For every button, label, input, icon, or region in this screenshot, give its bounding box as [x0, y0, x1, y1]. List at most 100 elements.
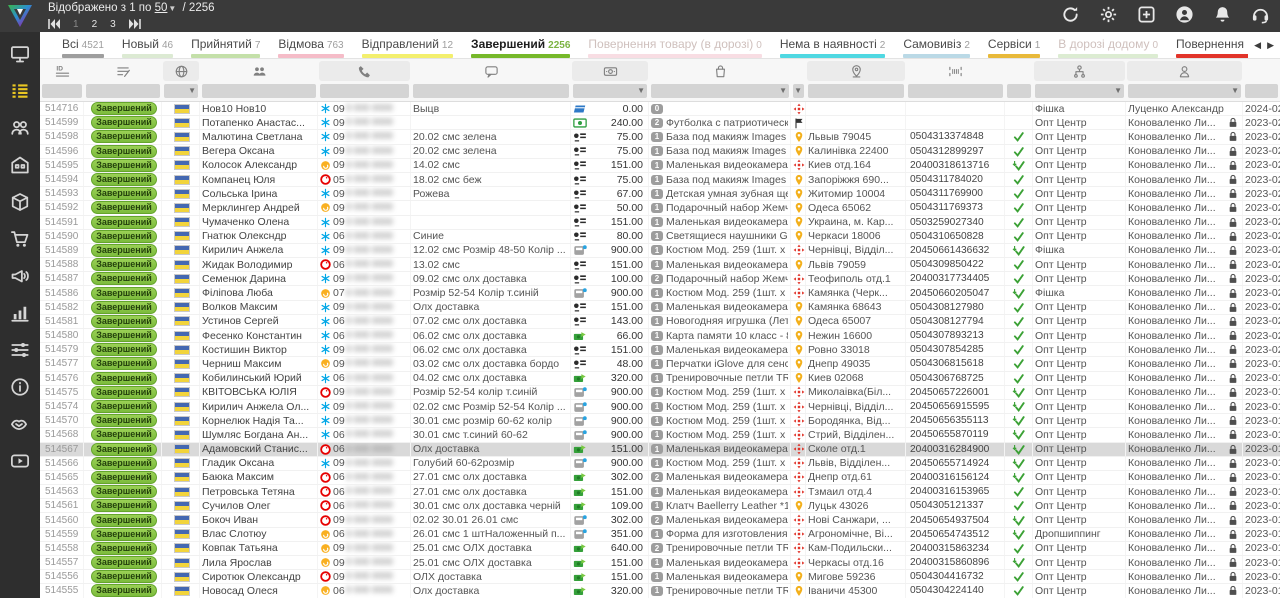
table-row[interactable]: 514588 Завершений Жидак Володимир 060 00… — [40, 258, 1280, 272]
column-filter-input[interactable] — [908, 84, 1003, 98]
tab-1[interactable]: Всі4521 — [53, 32, 113, 58]
column-header-id-icon[interactable]: ID — [41, 61, 83, 81]
table-row[interactable]: 514589 Завершений Кирилич Анжела 090 000… — [40, 244, 1280, 258]
column-header-person-icon[interactable] — [1127, 61, 1242, 81]
sidebar-item-products-box[interactable] — [10, 192, 30, 212]
column-header-money-icon[interactable] — [572, 61, 648, 81]
page-number-3[interactable]: 3 — [110, 19, 116, 30]
tab-7[interactable]: Повернення товару (в дорозі)0 — [579, 32, 770, 58]
table-row[interactable]: 514591 Завершений Чумаченко Олена 090 00… — [40, 216, 1280, 230]
refresh-icon[interactable] — [1061, 5, 1080, 24]
table-row[interactable]: 514579 Завершений Костишин Виктор 090 00… — [40, 343, 1280, 357]
sidebar-item-monitor[interactable] — [10, 44, 30, 64]
table-row[interactable]: 514582 Завершений Волков Максим 090 000 … — [40, 301, 1280, 315]
table-row[interactable]: 514565 Завершений Баюка Максим 060 000 0… — [40, 471, 1280, 485]
table-row[interactable]: 514556 Завершений Сиротюк Олександр 090 … — [40, 570, 1280, 584]
table-row[interactable]: 514558 Завершений Ковпак Татьяна 090 000… — [40, 542, 1280, 556]
support-headset-icon[interactable] — [1251, 5, 1270, 24]
column-filter-input[interactable] — [413, 84, 569, 98]
column-filter-input[interactable] — [1245, 84, 1278, 98]
avatar-icon[interactable] — [1175, 5, 1194, 24]
table-row[interactable]: 514599 Завершений Потапенко Анастас... 0… — [40, 116, 1280, 130]
table-row[interactable]: 514577 Завершений Черниш Максим 090 000 … — [40, 357, 1280, 371]
sidebar-item-orders-list[interactable] — [10, 81, 30, 101]
table-row[interactable]: 514563 Завершений Петровська Тетяна 060 … — [40, 485, 1280, 499]
last-page-button[interactable] — [129, 19, 141, 29]
column-filter-input[interactable]: ▼ — [651, 84, 789, 98]
page-number-1[interactable]: 1 — [73, 19, 79, 30]
sidebar-item-info[interactable] — [10, 377, 30, 397]
column-filter-input[interactable]: ▼ — [573, 84, 647, 98]
sidebar-item-customers[interactable] — [10, 118, 30, 138]
column-filter-input[interactable] — [808, 84, 904, 98]
column-filter-input[interactable]: ▼ — [793, 84, 804, 98]
table-row[interactable]: 514593 Завершений Сольська Ірина 090 000… — [40, 187, 1280, 201]
table-row[interactable]: 514576 Завершений Кобилинський Юрий 060 … — [40, 372, 1280, 386]
tabs-scroll-right-icon[interactable]: ▶ — [1267, 40, 1274, 51]
column-header-network-icon[interactable] — [1034, 61, 1125, 81]
column-filter-input[interactable]: ▼ — [1035, 84, 1124, 98]
page-size-dropdown[interactable]: 50 — [155, 2, 168, 14]
table-row[interactable]: 514557 Завершений Лила Ярослав 090 000 0… — [40, 556, 1280, 570]
sidebar-item-purchases-cart[interactable] — [10, 229, 30, 249]
column-header-bag-icon[interactable] — [650, 61, 790, 81]
tabs-scroll-left-icon[interactable]: ◀ — [1254, 40, 1261, 51]
tab-5[interactable]: Відправлений12 — [353, 32, 462, 58]
sidebar-item-partners-handshake[interactable] — [10, 414, 30, 434]
column-filter-input[interactable] — [202, 84, 316, 98]
table-row[interactable]: 514580 Завершений Фесенко Константин 060… — [40, 329, 1280, 343]
column-filter-input[interactable] — [42, 84, 82, 98]
tab-3[interactable]: Прийнятий7 — [182, 32, 269, 58]
tab-11[interactable]: В дорозі додому0 — [1049, 32, 1167, 58]
sidebar-item-warehouse[interactable] — [10, 155, 30, 175]
table-row[interactable]: 514596 Завершений Вегера Оксана 090 000 … — [40, 145, 1280, 159]
table-row[interactable]: 514570 Завершений Корнелюк Надія Та... 0… — [40, 414, 1280, 428]
table-row[interactable]: 514567 Завершений Адамовский Станис... 0… — [40, 443, 1280, 457]
tab-10[interactable]: Сервіси1 — [979, 32, 1049, 58]
column-filter-input[interactable]: ▼ — [164, 84, 198, 98]
column-header-barcode-icon[interactable] — [907, 61, 1004, 81]
table-row[interactable]: 514555 Завершений Новосад Олеся 060 000 … — [40, 584, 1280, 598]
sidebar-item-statistics-chart[interactable] — [10, 303, 30, 323]
column-header-phone-icon[interactable] — [319, 61, 410, 81]
sidebar-item-video-tutorials[interactable] — [10, 451, 30, 471]
table-row[interactable]: 514575 Завершений КВІТОВСЬКА ЮЛІЯ 090 00… — [40, 386, 1280, 400]
column-filter-input[interactable]: ▼ — [1128, 84, 1241, 98]
app-logo[interactable] — [7, 3, 33, 29]
column-header-customers-icon[interactable] — [201, 61, 317, 81]
table-row[interactable]: 514587 Завершений Семенюк Дарина 090 000… — [40, 272, 1280, 286]
add-square-icon[interactable] — [1137, 5, 1156, 24]
table-row[interactable]: 514598 Завершений Малютина Светлана 090 … — [40, 130, 1280, 144]
table-row[interactable]: 514586 Завершений Філіпова Люба 070 000 … — [40, 286, 1280, 300]
table-row[interactable]: 514716 Завершений Нов10 Нов10 090 000 00… — [40, 102, 1280, 116]
tab-2[interactable]: Новый46 — [113, 32, 182, 58]
table-row[interactable]: 514561 Завершений Сучилов Олег 060 000 0… — [40, 499, 1280, 513]
table-row[interactable]: 514566 Завершений Гладик Оксана 090 000 … — [40, 457, 1280, 471]
bell-icon[interactable] — [1213, 5, 1232, 24]
table-row[interactable]: 514594 Завершений Компанец Юля 050 000 0… — [40, 173, 1280, 187]
sidebar-item-settings-sliders[interactable] — [10, 340, 30, 360]
table-row[interactable]: 514592 Завершений Мерклингер Андрей 090 … — [40, 201, 1280, 215]
column-filter-input[interactable] — [320, 84, 409, 98]
first-page-button[interactable] — [48, 19, 60, 29]
column-header-status-icon[interactable] — [85, 61, 161, 81]
tab-4[interactable]: Відмова763 — [269, 32, 352, 58]
table-row[interactable]: 514581 Завершений Устинов Сергей 060 000… — [40, 315, 1280, 329]
column-filter-input[interactable] — [1007, 84, 1031, 98]
gear-icon[interactable] — [1099, 5, 1118, 24]
sidebar-item-marketing-megaphone[interactable] — [10, 266, 30, 286]
table-row[interactable]: 514590 Завершений Гнатюк Олексндр 060 00… — [40, 230, 1280, 244]
tab-9[interactable]: Самовивіз2 — [894, 32, 979, 58]
tab-6[interactable]: Завершений2256 — [462, 32, 579, 58]
column-header-comment-icon[interactable] — [412, 61, 570, 81]
table-row[interactable]: 514560 Завершений Бокоч Иван 090 000 000… — [40, 513, 1280, 527]
table-row[interactable]: 514574 Завершений Кирилич Анжела Ол... 0… — [40, 400, 1280, 414]
page-number-2[interactable]: 2 — [92, 19, 98, 30]
table-row[interactable]: 514595 Завершений Колосок Александр 090 … — [40, 159, 1280, 173]
column-header-blank[interactable] — [792, 61, 805, 81]
table-row[interactable]: 514559 Завершений Влас Слотюу 060 000 00… — [40, 528, 1280, 542]
column-header-blank[interactable] — [1244, 61, 1279, 81]
column-filter-input[interactable] — [86, 84, 160, 98]
column-header-pin-icon[interactable] — [807, 61, 905, 81]
column-header-blank[interactable] — [1006, 61, 1032, 81]
